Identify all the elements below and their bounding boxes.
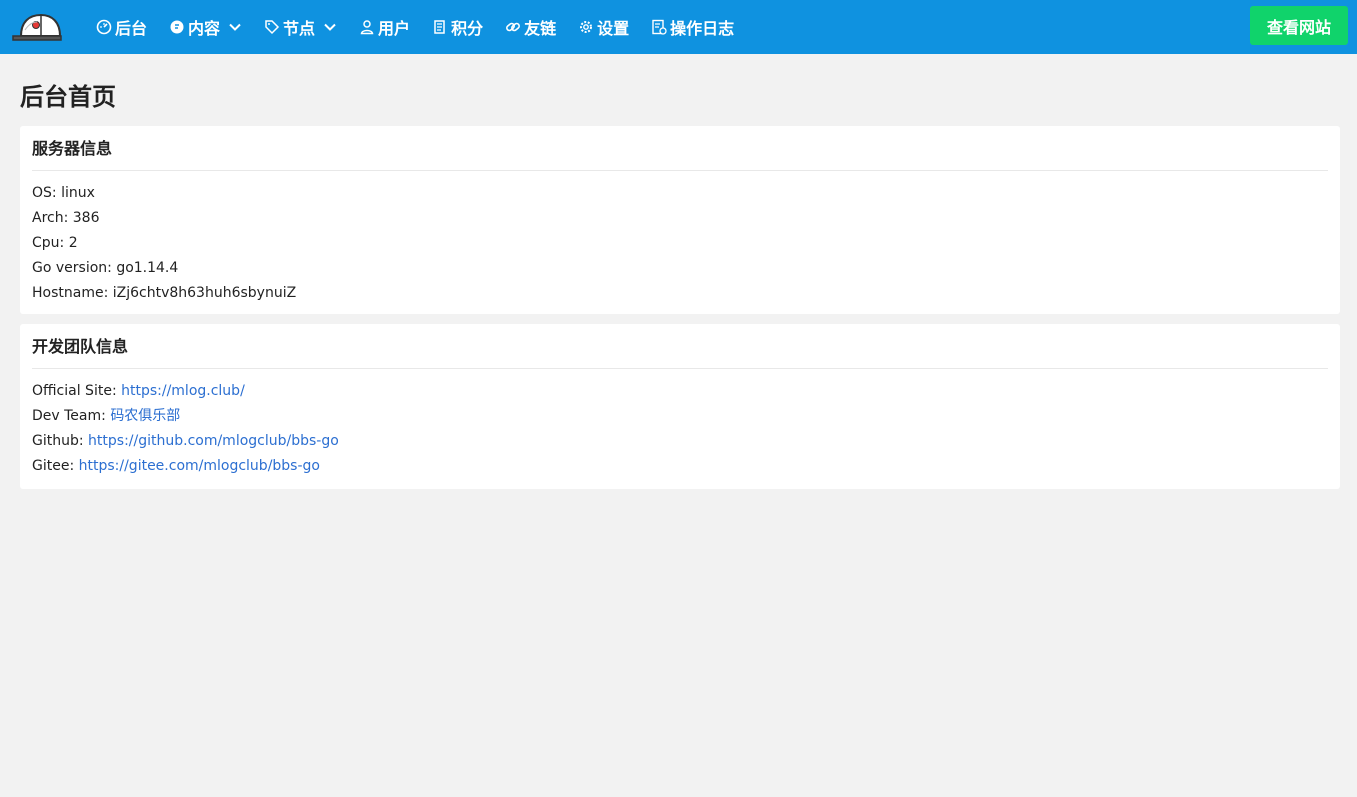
team-info-row: Official Site: https://mlog.club/ bbox=[32, 379, 1328, 404]
view-site-button[interactable]: 查看网站 bbox=[1250, 6, 1348, 45]
top-navbar: 后台 内容 节点 用户 积分 友链 设置 操作日志 查看网站 bbox=[0, 0, 1357, 54]
row-label: Official Site: bbox=[32, 383, 117, 399]
row-value: linux bbox=[61, 185, 95, 201]
user-icon bbox=[359, 19, 375, 35]
nav-item-label: 友链 bbox=[524, 19, 557, 38]
row-label: Go version: bbox=[32, 260, 112, 276]
nav-item-label: 内容 bbox=[188, 19, 221, 38]
nav-item-6[interactable]: 设置 bbox=[567, 0, 640, 54]
logo[interactable] bbox=[11, 7, 65, 47]
nav-item-label: 操作日志 bbox=[670, 19, 735, 38]
nav-item-2[interactable]: 节点 bbox=[253, 0, 348, 54]
row-link[interactable]: 码农俱乐部 bbox=[110, 408, 180, 424]
row-label: OS: bbox=[32, 185, 57, 201]
row-link[interactable]: https://github.com/mlogclub/bbs-go bbox=[88, 433, 339, 449]
dashboard-icon bbox=[96, 19, 112, 35]
gear-icon bbox=[578, 19, 594, 35]
server-info-title: 服务器信息 bbox=[32, 126, 1328, 171]
nav-item-label: 设置 bbox=[597, 19, 630, 38]
main-content: 后台首页 服务器信息 OS: linux Arch: 386 Cpu: 2 Go ve… bbox=[20, 54, 1340, 489]
nav-menu: 后台 内容 节点 用户 积分 友链 设置 操作日志 bbox=[85, 0, 745, 54]
team-info-body: Official Site: https://mlog.club/Dev Tea… bbox=[32, 369, 1328, 489]
team-info-row: Dev Team: 码农俱乐部 bbox=[32, 404, 1328, 429]
server-info-row: Arch: 386 bbox=[32, 206, 1328, 231]
row-link[interactable]: https://gitee.com/mlogclub/bbs-go bbox=[79, 458, 320, 474]
server-info-row: Cpu: 2 bbox=[32, 231, 1328, 256]
team-info-title: 开发团队信息 bbox=[32, 324, 1328, 369]
link-icon bbox=[505, 19, 521, 35]
team-info-card: 开发团队信息 Official Site: https://mlog.club/… bbox=[20, 324, 1340, 489]
nav-item-0[interactable]: 后台 bbox=[85, 0, 158, 54]
nav-item-3[interactable]: 用户 bbox=[348, 0, 421, 54]
row-value: go1.14.4 bbox=[116, 260, 179, 276]
row-value: 2 bbox=[68, 235, 78, 251]
row-label: Github: bbox=[32, 433, 84, 449]
server-info-body: OS: linux Arch: 386 Cpu: 2 Go version: go1.… bbox=[32, 171, 1328, 314]
chat-icon bbox=[169, 19, 185, 35]
team-info-row: Github: https://github.com/mlogclub/bbs-… bbox=[32, 429, 1328, 454]
document-icon bbox=[432, 19, 448, 35]
log-icon bbox=[651, 19, 667, 35]
chevron-down-icon bbox=[323, 20, 337, 34]
server-info-card: 服务器信息 OS: linux Arch: 386 Cpu: 2 Go version… bbox=[20, 126, 1340, 314]
page-title: 后台首页 bbox=[20, 83, 116, 111]
team-info-row: Gitee: https://gitee.com/mlogclub/bbs-go bbox=[32, 454, 1328, 479]
server-info-row: Hostname: iZj6chtv8h63huh6sbynuiZ bbox=[32, 281, 1328, 306]
row-label: Dev Team: bbox=[32, 408, 106, 424]
row-label: Gitee: bbox=[32, 458, 75, 474]
server-info-row: Go version: go1.14.4 bbox=[32, 256, 1328, 281]
chevron-down-icon bbox=[228, 20, 242, 34]
row-label: Cpu: bbox=[32, 235, 65, 251]
nav-item-label: 后台 bbox=[115, 19, 148, 38]
nav-item-7[interactable]: 操作日志 bbox=[640, 0, 745, 54]
row-link[interactable]: https://mlog.club/ bbox=[121, 383, 245, 399]
nav-item-4[interactable]: 积分 bbox=[421, 0, 494, 54]
row-value: iZj6chtv8h63huh6sbynuiZ bbox=[112, 285, 297, 301]
row-value: 386 bbox=[72, 210, 100, 226]
row-label: Arch: bbox=[32, 210, 69, 226]
nav-item-1[interactable]: 内容 bbox=[158, 0, 253, 54]
server-info-row: OS: linux bbox=[32, 181, 1328, 206]
nav-item-label: 积分 bbox=[451, 19, 484, 38]
nav-item-label: 节点 bbox=[283, 19, 316, 38]
nav-item-label: 用户 bbox=[378, 19, 411, 38]
nav-item-5[interactable]: 友链 bbox=[494, 0, 567, 54]
row-label: Hostname: bbox=[32, 285, 109, 301]
tag-icon bbox=[264, 19, 280, 35]
cap-logo-icon bbox=[12, 13, 62, 41]
